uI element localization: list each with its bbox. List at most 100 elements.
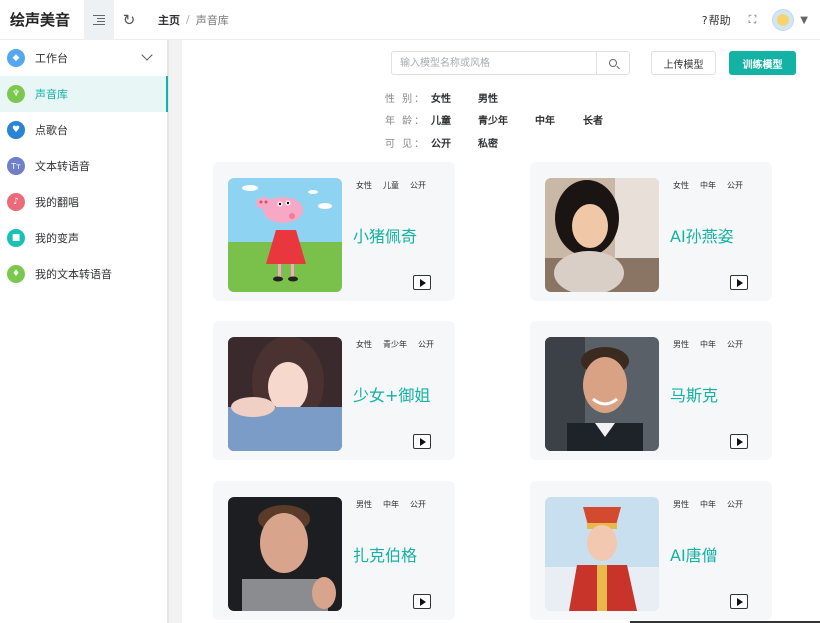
voice-card[interactable]: 男性 中年 公开 扎克伯格 — [213, 481, 455, 620]
voice-card-tags: 女性 儿童 公开 — [353, 179, 429, 192]
sidebar-scrollbar[interactable] — [168, 40, 182, 623]
search-icon — [609, 59, 617, 67]
music-icon: ♪ — [7, 193, 25, 211]
filter-label: 性 别： — [385, 93, 427, 105]
tag-age: 中年 — [700, 340, 716, 349]
avatar[interactable] — [772, 9, 795, 31]
voice-card[interactable]: 女性 儿童 公开 小猪佩奇 — [213, 162, 455, 301]
tag-age: 中年 — [700, 181, 716, 190]
voice-card-tags: 女性 青少年 公开 — [353, 338, 437, 351]
tag-gender: 男性 — [356, 500, 372, 509]
play-button[interactable] — [730, 275, 748, 290]
tag-gender: 男性 — [673, 500, 689, 509]
diamond-icon: ◆ — [7, 49, 25, 67]
sidebar-item-my-tts[interactable]: ♦ 我的文本转语音 — [0, 256, 167, 292]
voice-card-name: 马斯克 — [670, 386, 719, 405]
tag-gender: 女性 — [356, 340, 372, 349]
play-icon — [420, 437, 426, 446]
filter-option-middle-age[interactable]: 中年 — [535, 112, 583, 127]
sidebar-item-text-to-speech[interactable]: Tт 文本转语音 — [0, 148, 167, 184]
sidebar-item-label: 我的翻唱 — [35, 196, 79, 209]
top-bar: 绘声美音 ↻ 主页 / 声音库 ? 帮助 ⛶ ▼ — [0, 0, 820, 40]
tag-visibility: 公开 — [418, 340, 434, 349]
sidebar-item-label: 我的变声 — [35, 232, 79, 245]
sidebar-item-voice-library[interactable]: ♆ 声音库 — [0, 76, 168, 112]
voice-card-tags: 女性 中年 公开 — [670, 179, 746, 192]
refresh-button[interactable]: ↻ — [114, 0, 144, 40]
voice-card[interactable]: 男性 中年 公开 马斯克 — [530, 321, 772, 460]
chevron-down-icon[interactable]: ▼ — [800, 15, 808, 26]
tag-visibility: 公开 — [727, 181, 743, 190]
heart-icon: ♥ — [7, 121, 25, 139]
voice-card-name: AI孙燕姿 — [670, 227, 734, 246]
search-input[interactable] — [391, 51, 596, 75]
voice-card-name: 扎克伯格 — [353, 546, 418, 565]
tag-visibility: 公开 — [410, 500, 426, 509]
play-icon — [737, 597, 743, 606]
tag-gender: 男性 — [673, 340, 689, 349]
filter-option-public[interactable]: 公开 — [431, 135, 478, 150]
voice-card-name: 少女+御姐 — [353, 386, 431, 405]
voice-card[interactable]: 男性 中年 公开 AI唐僧 — [530, 481, 772, 620]
play-button[interactable] — [730, 594, 748, 609]
filter-option-teen[interactable]: 青少年 — [478, 112, 535, 127]
fullscreen-icon: ⛶ — [748, 13, 757, 26]
voice-card[interactable]: 女性 中年 公开 AI孙燕姿 — [530, 162, 772, 301]
menu-toggle-button[interactable] — [84, 0, 114, 40]
tag-gender: 女性 — [356, 181, 372, 190]
breadcrumb-separator: / — [186, 13, 190, 26]
voice-card-image — [228, 497, 342, 611]
voice-card-image — [545, 337, 659, 451]
sidebar-item-label: 点歌台 — [35, 124, 68, 137]
sidebar-item-my-covers[interactable]: ♪ 我的翻唱 — [0, 184, 167, 220]
filter-option-elder[interactable]: 长者 — [583, 112, 603, 127]
search-bar — [391, 51, 630, 75]
mic-icon: ♦ — [7, 265, 25, 283]
tag-visibility: 公开 — [727, 500, 743, 509]
breadcrumb-home[interactable]: 主页 — [158, 12, 180, 28]
video-icon: ■ — [7, 229, 25, 247]
sidebar-item-label: 文本转语音 — [35, 160, 90, 173]
sidebar-item-song-request[interactable]: ♥ 点歌台 — [0, 112, 167, 148]
sidebar-item-label: 我的文本转语音 — [35, 268, 112, 281]
tag-gender: 女性 — [673, 181, 689, 190]
filter-option-female[interactable]: 女性 — [431, 90, 478, 105]
refresh-icon: ↻ — [122, 10, 136, 29]
voice-card-tags: 男性 中年 公开 — [670, 498, 746, 511]
voice-card[interactable]: 女性 青少年 公开 少女+御姐 — [213, 321, 455, 460]
voice-card-tags: 男性 中年 公开 — [353, 498, 429, 511]
filter-option-male[interactable]: 男性 — [478, 90, 498, 105]
voice-card-image — [545, 178, 659, 292]
question-icon: ? — [701, 13, 708, 27]
voice-card-image — [228, 178, 342, 292]
help-label: 帮助 — [708, 14, 731, 27]
play-icon — [420, 278, 426, 287]
app-logo: 绘声美音 — [10, 11, 71, 29]
play-button[interactable] — [413, 275, 431, 290]
voice-card-image — [545, 497, 659, 611]
trophy-icon: ♆ — [7, 85, 25, 103]
play-icon — [737, 437, 743, 446]
tag-age: 儿童 — [383, 181, 399, 190]
play-button[interactable] — [413, 594, 431, 609]
play-button[interactable] — [413, 434, 431, 449]
chevron-down-icon — [141, 49, 153, 61]
upload-model-button[interactable]: 上传模型 — [651, 51, 716, 75]
search-button[interactable] — [596, 51, 630, 75]
filter-option-child[interactable]: 儿童 — [431, 112, 478, 127]
filter-gender: 性 别： 女性 男性 — [385, 90, 498, 105]
tag-age: 中年 — [383, 500, 399, 509]
sidebar-item-my-voice-change[interactable]: ■ 我的变声 — [0, 220, 167, 256]
fullscreen-button[interactable]: ⛶ — [749, 13, 757, 27]
voice-card-tags: 男性 中年 公开 — [670, 338, 746, 351]
breadcrumb-current: 声音库 — [195, 13, 229, 27]
filter-age: 年 龄： 儿童 青少年 中年 长者 — [385, 112, 603, 127]
tag-visibility: 公开 — [727, 340, 743, 349]
train-model-button[interactable]: 训练模型 — [729, 51, 796, 75]
sidebar-item-workbench[interactable]: ◆ 工作台 — [0, 40, 167, 76]
play-button[interactable] — [730, 434, 748, 449]
filter-option-private[interactable]: 私密 — [478, 135, 498, 150]
voice-card-name: 小猪佩奇 — [353, 227, 418, 246]
filter-label: 年 龄： — [385, 115, 427, 127]
help-button[interactable]: ? 帮助 — [702, 12, 731, 28]
